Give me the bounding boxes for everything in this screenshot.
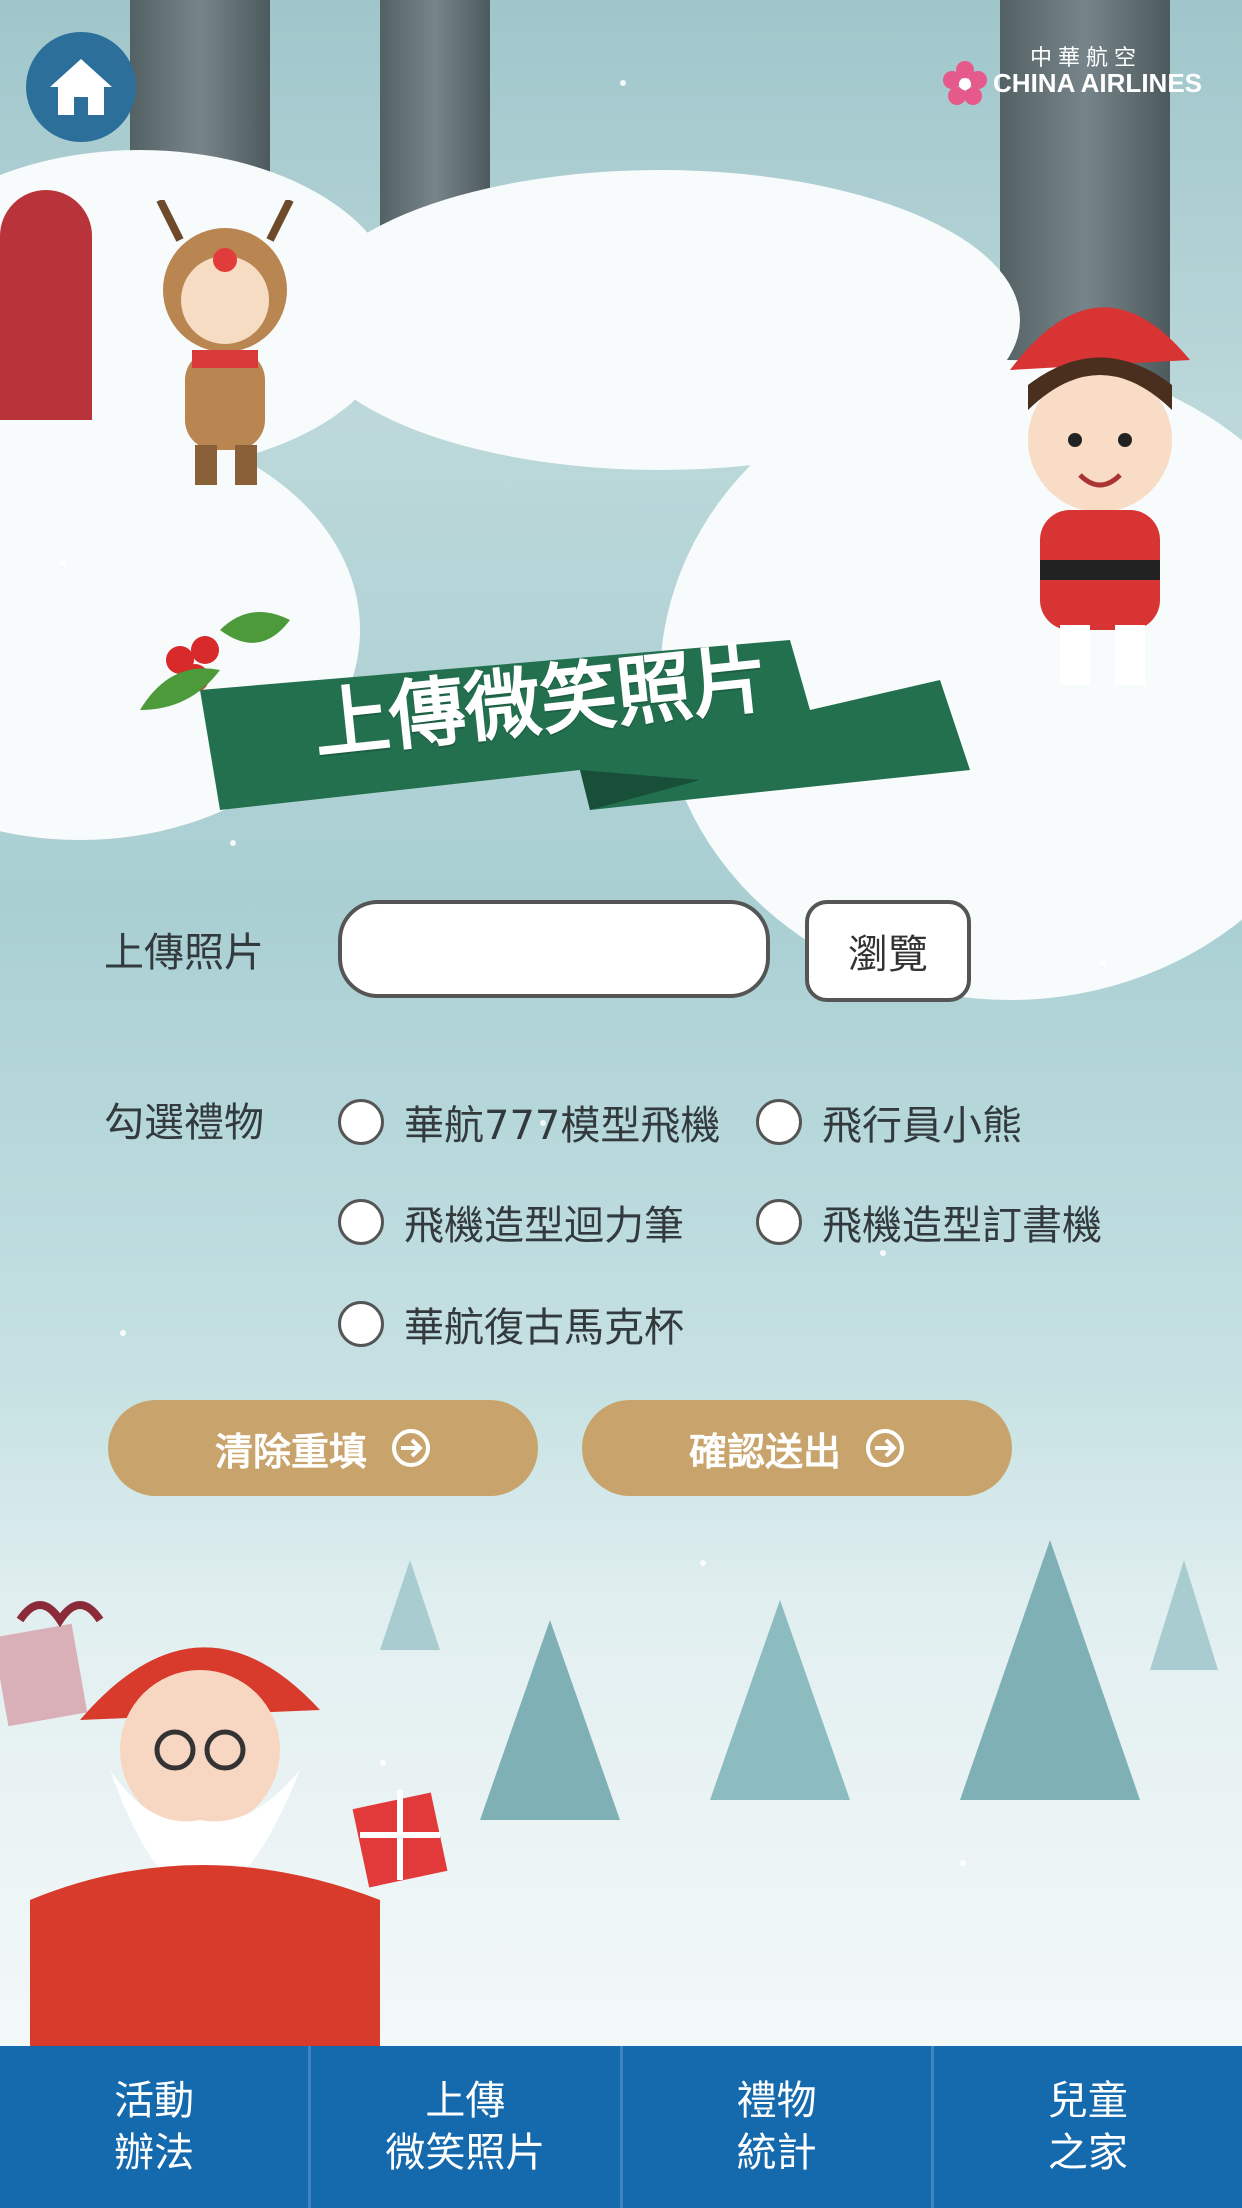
radio-button[interactable]	[756, 1199, 802, 1245]
radio-button[interactable]	[338, 1099, 384, 1145]
nav-label-line2: 之家	[1047, 2130, 1128, 2176]
nav-label-line2: 辦法	[114, 2130, 195, 2176]
elf-child-illustration	[1010, 307, 1190, 685]
gift-option[interactable]: 飛機造型訂書機	[756, 1193, 1102, 1251]
confirm-submit-label: 確認送出	[688, 1429, 841, 1474]
radio-button[interactable]	[338, 1199, 384, 1245]
snowflake	[230, 840, 236, 846]
nav-label-line2: 微笑照片	[385, 2130, 546, 2176]
logo-english-text: CHINA AIRLINES	[993, 68, 1202, 98]
reindeer-child-illustration	[156, 200, 294, 485]
nav-item-upload-photo[interactable]: 上傳 微笑照片	[311, 2046, 623, 2208]
pine-tree	[480, 1620, 620, 1820]
nav-item-event-rules[interactable]: 活動 辦法	[0, 2046, 312, 2208]
nav-label-line1: 兒童	[1047, 2078, 1128, 2124]
radio-button[interactable]	[338, 1301, 384, 1347]
clear-reset-button[interactable]: 清除重填	[108, 1400, 538, 1496]
gift-option-label: 飛機造型迴力筆	[404, 1203, 684, 1249]
nav-item-gift-stats[interactable]: 禮物 統計	[623, 2046, 934, 2208]
home-icon	[50, 59, 112, 115]
snowflake	[60, 560, 66, 566]
photo-file-input[interactable]	[338, 900, 770, 998]
red-door	[0, 190, 92, 420]
nav-item-children-home[interactable]: 兒童 之家	[934, 2046, 1242, 2208]
nav-label-line1: 上傳	[425, 2078, 506, 2124]
snowflake	[620, 80, 626, 86]
pine-tree	[710, 1600, 850, 1800]
nav-label-line1: 禮物	[736, 2078, 817, 2124]
confirm-submit-button[interactable]: 確認送出	[582, 1400, 1012, 1496]
arrow-right-circle-icon	[392, 1429, 430, 1467]
santa-illustration	[0, 1601, 448, 2046]
select-gift-label: 勾選禮物	[104, 1100, 264, 1146]
clear-reset-label: 清除重填	[214, 1429, 367, 1474]
arrow-right-circle-icon	[866, 1429, 904, 1467]
upload-photo-label: 上傳照片	[104, 930, 264, 976]
snowflake	[1100, 960, 1106, 966]
gift-option-label: 飛機造型訂書機	[822, 1203, 1102, 1249]
gift-option[interactable]: 飛機造型迴力筆	[338, 1193, 684, 1251]
gift-option[interactable]: 飛行員小熊	[756, 1093, 1022, 1151]
radio-button[interactable]	[756, 1099, 802, 1145]
nav-label-line1: 活動	[114, 2078, 195, 2124]
snowflake	[380, 1760, 386, 1766]
browse-button[interactable]: 瀏覽	[805, 900, 971, 1002]
gift-option-label: 飛行員小熊	[822, 1103, 1022, 1149]
bottom-nav: 活動 辦法 上傳 微笑照片 禮物 統計 兒童 之家	[0, 2046, 1242, 2208]
nav-label-line2: 統計	[736, 2130, 817, 2176]
china-airlines-logo: 中華航空 CHINA AIRLINES	[942, 40, 1202, 110]
gift-option[interactable]: 華航復古馬克杯	[338, 1295, 684, 1353]
snowflake	[120, 1330, 126, 1336]
pine-tree	[960, 1540, 1140, 1800]
gift-option[interactable]: 華航777模型飛機	[338, 1093, 720, 1151]
home-button[interactable]	[26, 32, 136, 142]
gift-option-label: 華航復古馬克杯	[404, 1305, 684, 1351]
gift-option-label: 華航777模型飛機	[404, 1103, 721, 1149]
pine-tree	[1150, 1560, 1218, 1670]
snowflake	[960, 1860, 966, 1866]
snowflake	[700, 1560, 706, 1566]
plum-blossom-icon	[943, 61, 987, 105]
